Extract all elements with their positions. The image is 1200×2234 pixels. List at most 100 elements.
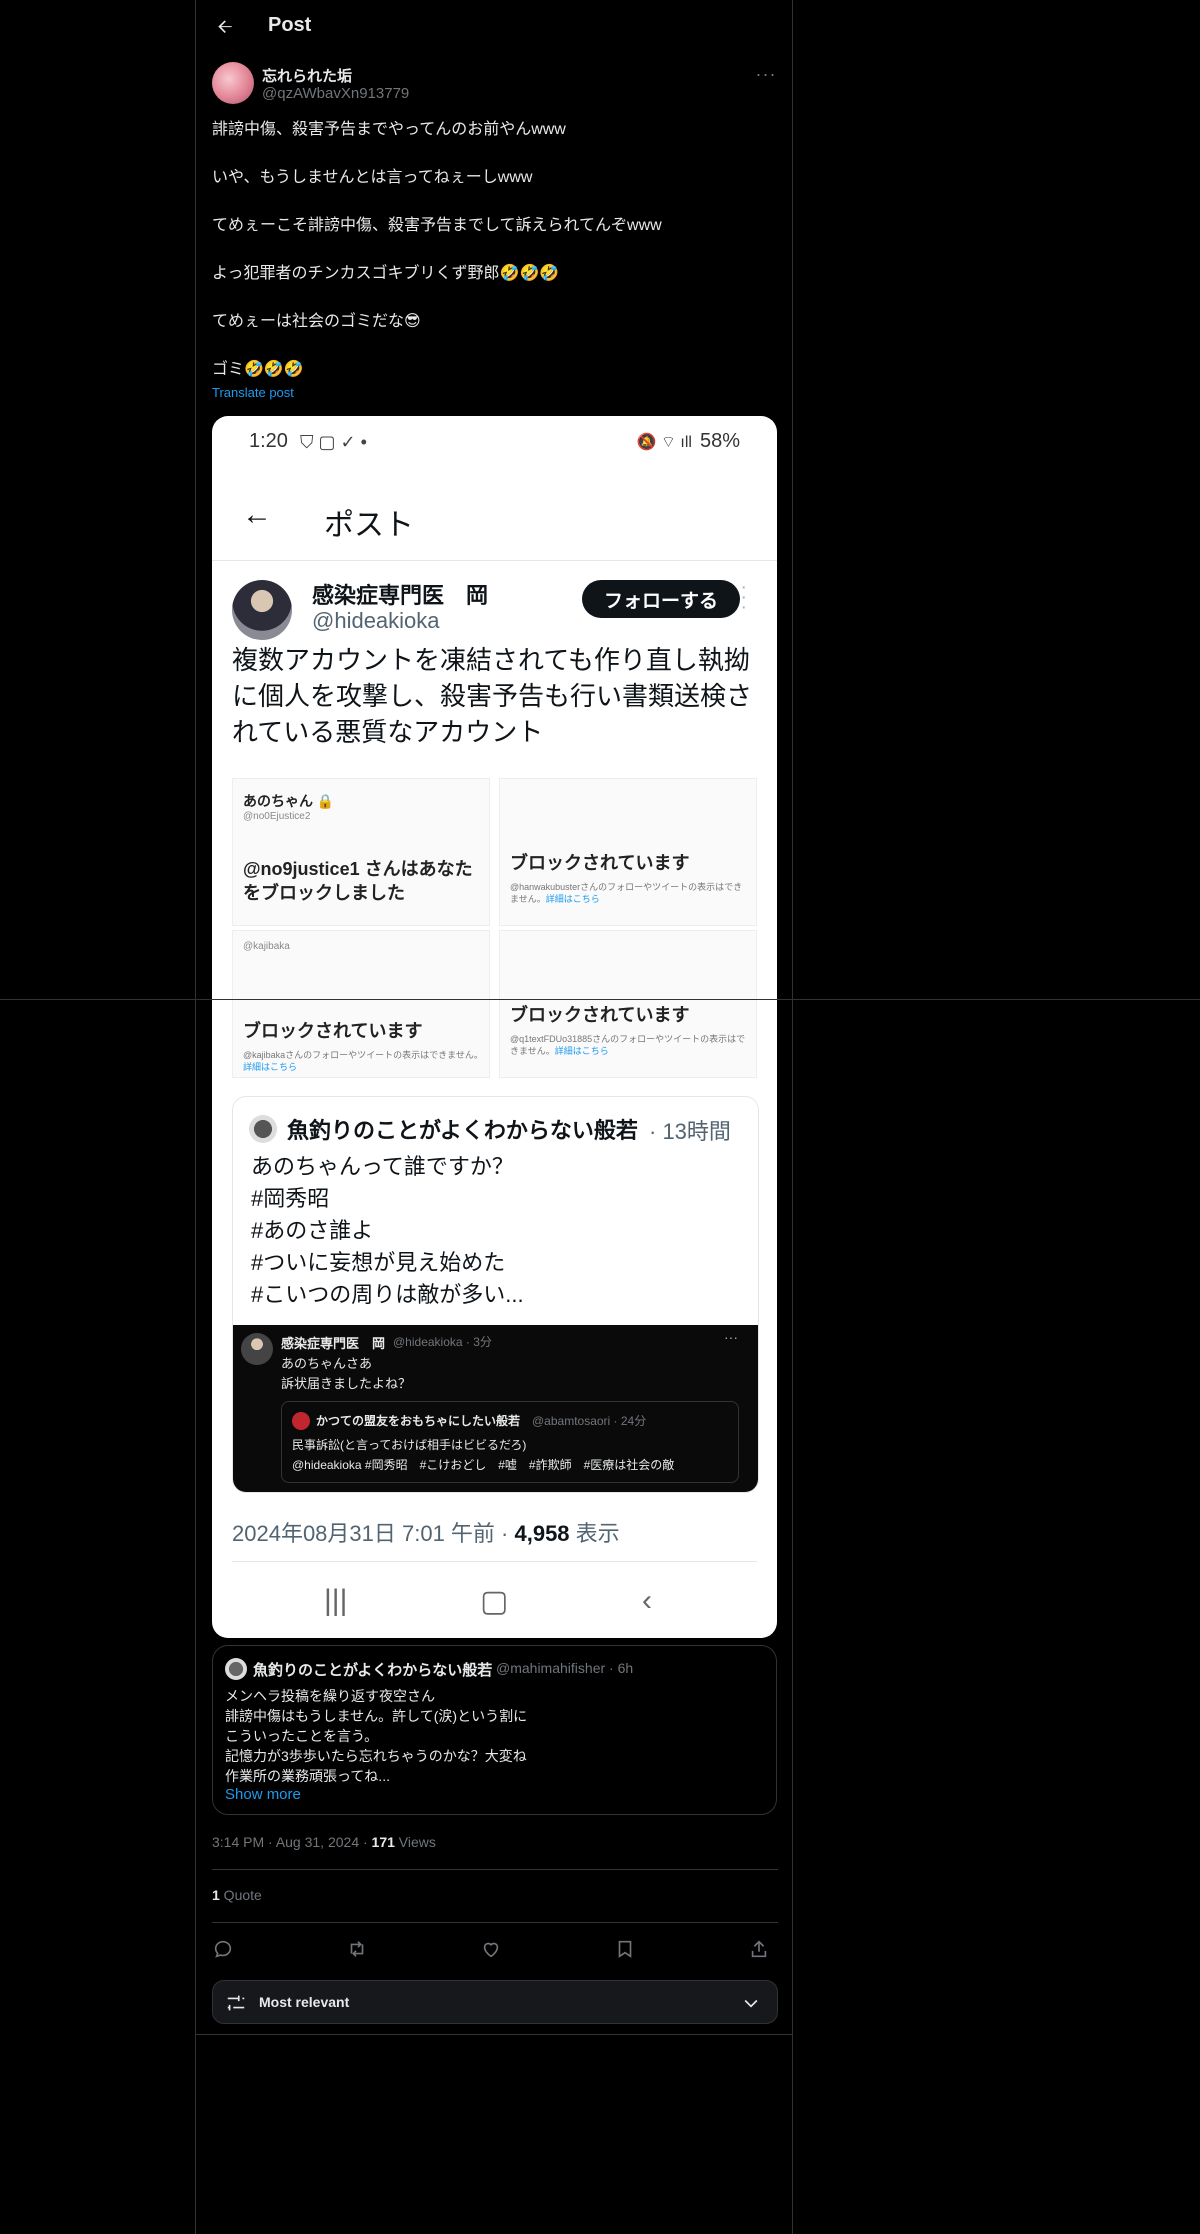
divider xyxy=(212,1869,778,1870)
quoted-line: メンヘラ投稿を繰り返す夜空さん xyxy=(225,1688,435,1704)
chevron-down-icon xyxy=(741,1993,761,2013)
post-line: いや、もうしませんとは言ってねぇーしwww xyxy=(212,169,533,186)
post-line: ゴミ🤣🤣🤣 xyxy=(212,361,304,378)
post-text: 誹謗中傷、殺害予告までやってんのお前やんwww いや、もうしませんとは言ってねぇ… xyxy=(212,118,778,406)
bookmark-icon[interactable] xyxy=(614,1938,638,1962)
screenshot-nav-title: ポスト xyxy=(324,509,414,542)
quote-time: · 13時間 xyxy=(649,1119,731,1144)
overlay-guide-line xyxy=(0,999,1200,1000)
back-arrow-icon[interactable] xyxy=(212,14,238,40)
cell-title: @no9justice1 さんはあなたをブロックしました xyxy=(243,859,473,903)
screenshot-quote-card: 魚釣りのことがよくわからない般若 · 13時間 あのちゃんって誰ですか？ #岡秀… xyxy=(232,1096,759,1493)
divider xyxy=(232,1561,757,1562)
screenshot-author-name: 感染症専門医 岡 xyxy=(312,583,489,608)
grid-cell: @kajibaka ブロックされています @kajibakaさんのフォローやツイ… xyxy=(232,930,490,1078)
grid-cell: ブロックされています @hanwakubusterさんのフォローやツイートの表示… xyxy=(499,778,757,926)
like-icon[interactable] xyxy=(480,1938,504,1962)
screenshot-author-handle: @hideakioka xyxy=(312,608,440,633)
avatar xyxy=(225,1658,247,1680)
cell-title: ブロックされています xyxy=(510,853,690,873)
inner-line: あのちゃんさあ xyxy=(281,1356,373,1371)
status-icons: ⛉ ▢ ✓ • xyxy=(300,432,367,452)
translate-post-link[interactable]: Translate post xyxy=(212,385,294,400)
follow-button: フォローする xyxy=(582,580,740,618)
post-meta: 3:14 PM · Aug 31, 2024 · 171 Views xyxy=(212,1834,436,1850)
quoted-post[interactable]: 魚釣りのことがよくわからない般若 @mahimahifisher · 6h メン… xyxy=(212,1645,777,1815)
action-bar xyxy=(212,1930,778,1970)
screenshot-meta: 2024年08月31日 7:01 午前 · 4,958 表示 xyxy=(232,1521,620,1546)
avatar xyxy=(232,580,292,640)
inner-line: 訴状届きましたよね？ xyxy=(281,1376,412,1391)
quotes-link[interactable]: 1 Quote xyxy=(212,1887,262,1903)
cell-sub: @q1textFDUo31885さんのフォローやツイートの表示はできません。詳細… xyxy=(510,1034,746,1056)
more-icon[interactable]: ··· xyxy=(754,64,778,84)
show-more-link[interactable]: Show more xyxy=(225,1786,301,1803)
signal-icon: 🔕 ⌔ ıll xyxy=(636,434,692,451)
inner-quote: かつての盟友をおもちゃにしたい般若 @abamtosaori · 24分 民事訴… xyxy=(281,1401,739,1483)
post-line: てめぇーは社会のゴミだな😎 xyxy=(212,313,421,330)
quoted-author-handle: @mahimahifisher · 6h xyxy=(496,1660,634,1676)
avatar[interactable] xyxy=(212,62,254,104)
grid-cell: ブロックされています @q1textFDUo31885さんのフォローやツイートの… xyxy=(499,930,757,1078)
quote-line: あのちゃんって誰ですか？ xyxy=(251,1154,514,1179)
main-column: Post 忘れられた垢 @qzAWbavXn913779 ··· 誹謗中傷、殺害… xyxy=(195,0,793,2234)
screenshot-nav: ← ポスト xyxy=(212,472,777,561)
more-icon: ··· xyxy=(724,1329,738,1345)
blocked-grid: あのちゃん 🔒 @no0Ejustice2 @no9justice1 さんはあな… xyxy=(232,778,757,1078)
cell-sub: @kajibakaさんのフォローやツイートの表示はできません。詳細はこちら xyxy=(243,1050,483,1072)
more-vertical-icon: · · · xyxy=(740,576,747,618)
cell-title: ブロックされています xyxy=(510,1005,690,1025)
inner-quote-name: かつての盟友をおもちゃにしたい般若 xyxy=(316,1414,521,1428)
divider xyxy=(212,1922,778,1923)
screenshot-post-text: 複数アカウントを凍結されても作り直し執拗に個人を攻撃し、殺害予告も行い書類送検さ… xyxy=(232,645,753,747)
post-line: よっ犯罪者のチンカスゴキブリくず野郎🤣🤣🤣 xyxy=(212,265,560,282)
inner-quote-handle: @abamtosaori · 24分 xyxy=(532,1414,647,1428)
screenshot-author: 感染症専門医 岡 @hideakioka フォローする · · · xyxy=(232,566,757,641)
back-arrow-icon: ← xyxy=(242,498,272,531)
quoted-line: 誹謗中傷はもうしません。許して(涙)という割に xyxy=(225,1708,528,1724)
author-display-name[interactable]: 忘れられた垢 xyxy=(262,65,352,86)
divider xyxy=(195,2034,793,2035)
avatar xyxy=(249,1115,277,1143)
back-icon: ‹ xyxy=(642,1584,652,1617)
quoted-author-name: 魚釣りのことがよくわからない般若 xyxy=(253,1662,493,1679)
repost-icon[interactable] xyxy=(346,1938,370,1962)
quoted-line: 作業所の業務頑張ってね... xyxy=(225,1768,390,1784)
share-icon[interactable] xyxy=(748,1938,772,1962)
page-title: Post xyxy=(268,14,312,36)
inner-quote-line: 民事訴訟(と言っておけば相手はビビるだろ) xyxy=(292,1438,527,1452)
sort-icon xyxy=(225,1992,247,2014)
android-nav-bar: ||| ▢ ‹ xyxy=(212,1576,777,1626)
home-icon: ▢ xyxy=(480,1585,509,1618)
cell-title: ブロックされています xyxy=(243,1021,423,1041)
status-time: 1:20 xyxy=(249,430,288,452)
reply-sort-dropdown[interactable]: Most relevant xyxy=(212,1980,778,2024)
cell-handle: @no0Ejustice2 xyxy=(243,811,311,822)
recents-icon: ||| xyxy=(324,1584,348,1617)
phone-status-bar: 1:20 ⛉ ▢ ✓ • 🔕 ⌔ ıll 58% xyxy=(212,416,777,472)
reply-icon[interactable] xyxy=(212,1938,236,1962)
header: Post xyxy=(196,0,794,53)
post-author: 忘れられた垢 @qzAWbavXn913779 ··· xyxy=(212,62,778,106)
cell-handle: @kajibaka xyxy=(243,941,290,952)
sort-label: Most relevant xyxy=(259,1994,350,2010)
quote-text: あのちゃんって誰ですか？ #岡秀昭 #あのさ誰よ #ついに妄想が見え始めた #こ… xyxy=(251,1151,751,1311)
attached-screenshot[interactable]: 1:20 ⛉ ▢ ✓ • 🔕 ⌔ ıll 58% ← ポスト 感染症専門医 岡 @… xyxy=(212,416,777,1638)
quote-line: #あのさ誰よ xyxy=(251,1218,374,1243)
quote-line: #こいつの周りは敵が多い... xyxy=(251,1282,524,1307)
quote-line: #岡秀昭 xyxy=(251,1186,330,1211)
quoted-line: 記憶力が3歩歩いたら忘れちゃうのかな？大変ね xyxy=(225,1748,527,1764)
cell-name: あのちゃん 🔒 xyxy=(243,793,335,809)
status-battery: 🔕 ⌔ ıll 58% xyxy=(636,430,740,452)
views-count: 171 xyxy=(371,1834,395,1850)
cell-sub: @hanwakubusterさんのフォローやツイートの表示はできません。詳細はこ… xyxy=(510,882,743,904)
post-line: てめぇーこそ誹謗中傷、殺害予告までして訴えられてんぞwww xyxy=(212,217,662,234)
quote-line: #ついに妄想が見え始めた xyxy=(251,1250,506,1275)
inner-quote-line: @hideakioka #岡秀昭 #こけおどし #嘘 #詐欺師 #医療は社会の敵 xyxy=(292,1458,675,1472)
avatar xyxy=(241,1333,273,1365)
quoted-text: メンヘラ投稿を繰り返す夜空さん 誹謗中傷はもうしません。許して(涙)という割に … xyxy=(225,1686,765,1786)
grid-cell: あのちゃん 🔒 @no0Ejustice2 @no9justice1 さんはあな… xyxy=(232,778,490,926)
author-handle[interactable]: @qzAWbavXn913779 xyxy=(262,85,409,102)
quote-author-name: 魚釣りのことがよくわからない般若 xyxy=(287,1118,638,1143)
post-line: 誹謗中傷、殺害予告までやってんのお前やんwww xyxy=(212,121,566,138)
